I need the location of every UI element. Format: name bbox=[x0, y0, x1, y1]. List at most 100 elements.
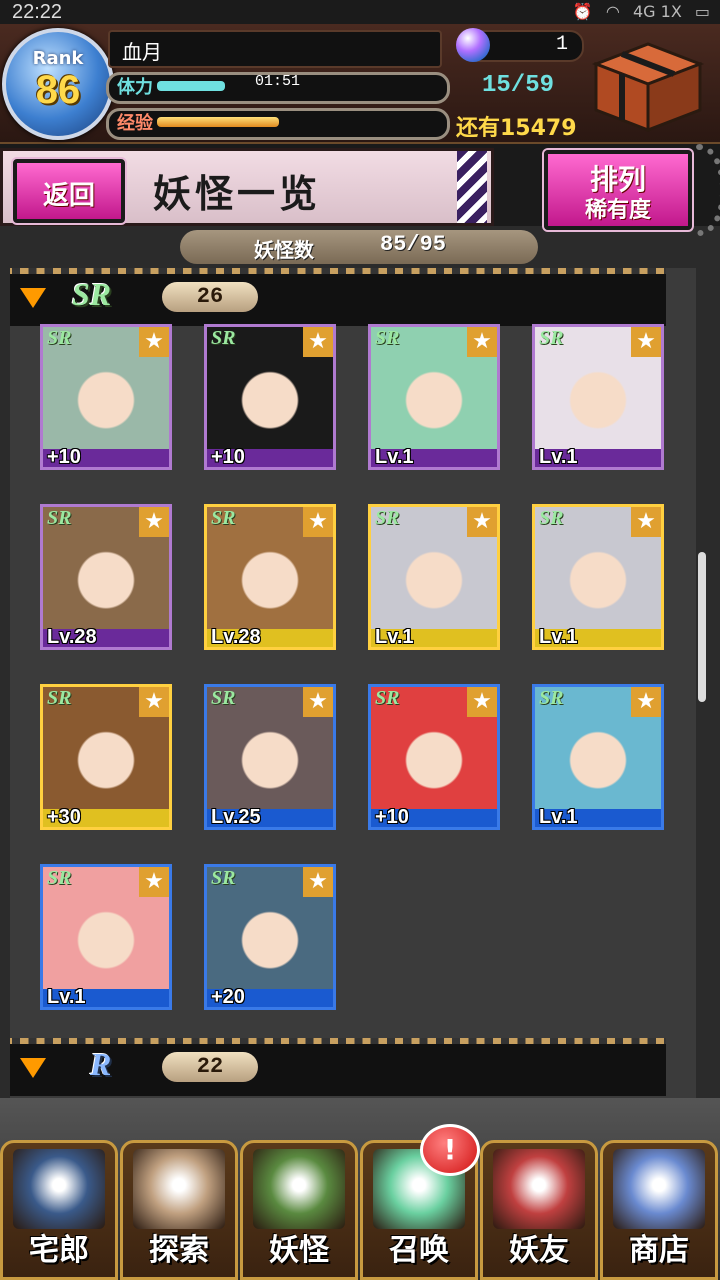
star-icon: ★ bbox=[139, 327, 169, 357]
mansion-icon bbox=[13, 1149, 105, 1229]
group-header-r[interactable]: R 22 bbox=[10, 1038, 666, 1096]
rarity-tag: SR bbox=[47, 327, 72, 349]
monster-card[interactable]: SR ★ Lv.1 bbox=[40, 864, 172, 1010]
nav-label: 探索 bbox=[149, 1233, 209, 1268]
rarity-tag: SR bbox=[539, 687, 564, 709]
monster-card[interactable]: SR ★ Lv.1 bbox=[368, 504, 500, 650]
exp-remaining: 还有15479 bbox=[456, 116, 577, 141]
star-icon: ★ bbox=[139, 687, 169, 717]
monster-card[interactable]: SR ★ +10 bbox=[204, 324, 336, 470]
player-name-box: 血月 bbox=[108, 30, 442, 68]
rarity-tag: SR bbox=[539, 507, 564, 529]
star-icon: ★ bbox=[467, 327, 497, 357]
rank-value: 86 bbox=[35, 68, 81, 112]
card-level: Lv.25 bbox=[211, 806, 261, 828]
monster-card[interactable]: SR ★ Lv.1 bbox=[532, 504, 664, 650]
star-icon: ★ bbox=[303, 327, 333, 357]
star-icon: ★ bbox=[631, 507, 661, 537]
group-header-sr[interactable]: SR 26 bbox=[10, 268, 666, 326]
monster-card[interactable]: SR ★ +10 bbox=[368, 684, 500, 830]
stamina-label: 体力 bbox=[117, 77, 153, 98]
monster-count-strip: 妖怪数 85/95 bbox=[180, 230, 538, 264]
nav-label: 妖友 bbox=[509, 1233, 569, 1268]
card-level: +10 bbox=[47, 446, 81, 468]
group-count: 22 bbox=[162, 1052, 258, 1082]
scroll-icon bbox=[253, 1149, 345, 1229]
card-level: Lv.28 bbox=[211, 626, 261, 648]
gem-icon bbox=[456, 28, 490, 62]
stamina-timer: 01:51 bbox=[255, 73, 301, 90]
nav-item[interactable]: 商店 bbox=[600, 1140, 718, 1280]
monster-count-label: 妖怪数 bbox=[254, 238, 314, 262]
page-title: 妖怪一览 bbox=[153, 171, 322, 216]
group-count: 26 bbox=[162, 282, 258, 312]
monster-card[interactable]: SR ★ +30 bbox=[40, 684, 172, 830]
nav-item[interactable]: 探索 bbox=[120, 1140, 238, 1280]
sort-button[interactable]: 排列 稀有度 bbox=[544, 150, 692, 230]
treasure-chest-icon[interactable] bbox=[586, 34, 710, 134]
rarity-tag: SR bbox=[211, 327, 236, 349]
sort-mode: 稀有度 bbox=[584, 198, 651, 223]
star-icon: ★ bbox=[631, 327, 661, 357]
stamina-count: 15/59 bbox=[482, 72, 555, 99]
status-bar: 22:22 ⏰ ◠ 4G 1X ▭ bbox=[0, 0, 720, 24]
nav-item[interactable]: 妖友 bbox=[480, 1140, 598, 1280]
nav-label: 妖怪 bbox=[269, 1233, 329, 1268]
monster-card[interactable]: SR ★ Lv.28 bbox=[204, 504, 336, 650]
monster-list[interactable]: SR 26 SR ★ +10 SR ★ +10 SR ★ Lv.1 SR ★ Lv.1 SR ★ Lv.28… bbox=[10, 268, 696, 1098]
monster-card[interactable]: SR ★ Lv.1 bbox=[532, 324, 664, 470]
friend-icon bbox=[493, 1149, 585, 1229]
card-level: Lv.1 bbox=[539, 446, 578, 468]
card-level: Lv.28 bbox=[47, 626, 97, 648]
stamina-fill bbox=[157, 81, 225, 91]
card-level: Lv.1 bbox=[47, 986, 86, 1008]
monster-card[interactable]: SR ★ Lv.28 bbox=[40, 504, 172, 650]
battery-icon: ▭ bbox=[694, 2, 710, 21]
rarity-tag: SR bbox=[375, 327, 400, 349]
nav-label: 宅郎 bbox=[29, 1233, 89, 1268]
collapse-arrow-icon bbox=[20, 1058, 46, 1078]
back-button[interactable]: 返回 bbox=[13, 159, 125, 223]
star-icon: ★ bbox=[467, 687, 497, 717]
rarity-tag: SR bbox=[539, 327, 564, 349]
rarity-tag: SR bbox=[211, 507, 236, 529]
card-level: +10 bbox=[211, 446, 245, 468]
star-icon: ★ bbox=[139, 867, 169, 897]
rarity-tag: SR bbox=[211, 867, 236, 889]
rarity-tag: SR bbox=[47, 867, 72, 889]
star-icon: ★ bbox=[467, 507, 497, 537]
scrollbar[interactable] bbox=[698, 552, 706, 702]
collapse-arrow-icon bbox=[20, 288, 46, 308]
monster-card[interactable]: SR ★ +10 bbox=[40, 324, 172, 470]
rarity-tag: SR bbox=[211, 687, 236, 709]
nav-label: 召唤 bbox=[389, 1233, 449, 1268]
rarity-tag: SR bbox=[375, 507, 400, 529]
rank-label: Rank bbox=[32, 48, 84, 69]
alarm-icon: ⏰ bbox=[572, 2, 593, 21]
player-header: Rank 86 血月 体力 01:51 经验 1 15/59 还有15479 bbox=[0, 24, 720, 144]
rarity-badge: SR bbox=[72, 276, 112, 312]
title-panel: 返回 妖怪一览 bbox=[0, 148, 494, 226]
monster-card[interactable]: SR ★ Lv.25 bbox=[204, 684, 336, 830]
status-time: 22:22 bbox=[12, 1, 63, 23]
monster-card[interactable]: SR ★ Lv.1 bbox=[368, 324, 500, 470]
card-level: Lv.1 bbox=[375, 446, 414, 468]
star-icon: ★ bbox=[139, 507, 169, 537]
nav-item[interactable]: 妖怪 bbox=[240, 1140, 358, 1280]
monster-card[interactable]: SR ★ +20 bbox=[204, 864, 336, 1010]
card-level: Lv.1 bbox=[539, 806, 578, 828]
orb-icon bbox=[613, 1149, 705, 1229]
star-icon: ★ bbox=[303, 867, 333, 897]
card-level: Lv.1 bbox=[539, 626, 578, 648]
exp-bar: 经验 bbox=[106, 108, 450, 140]
monster-card[interactable]: SR ★ Lv.1 bbox=[532, 684, 664, 830]
status-icons: ⏰ ◠ 4G 1X ▭ bbox=[565, 0, 710, 24]
title-bar: 返回 妖怪一览 排列 稀有度 bbox=[0, 144, 720, 236]
wifi-icon: ◠ bbox=[605, 2, 620, 21]
gem-counter[interactable]: 1 bbox=[456, 28, 584, 62]
nav-item[interactable]: 宅郎 bbox=[0, 1140, 118, 1280]
star-icon: ★ bbox=[303, 507, 333, 537]
rank-badge[interactable]: Rank 86 bbox=[2, 28, 114, 140]
gem-count: 1 bbox=[555, 33, 568, 56]
stamina-bar: 体力 01:51 bbox=[106, 72, 450, 104]
